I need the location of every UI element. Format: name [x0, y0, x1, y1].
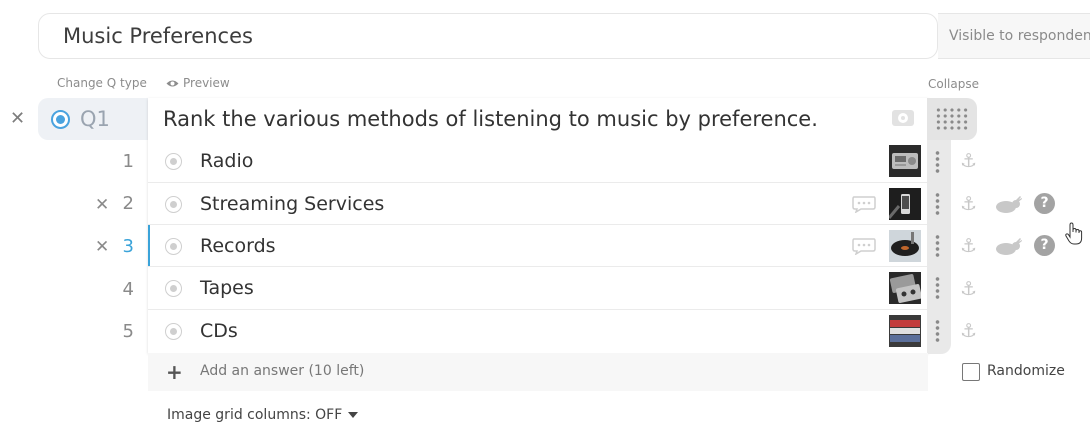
drag-handle-icon[interactable] — [935, 150, 940, 174]
answer-radio-icon — [165, 238, 182, 255]
answer-radio-icon — [165, 153, 182, 170]
answer-row: Records — [148, 224, 928, 267]
anchor-icon[interactable]: ⚓ — [960, 193, 977, 215]
camera-icon[interactable] — [892, 110, 914, 126]
question-number: Q1 — [80, 107, 110, 131]
randomize-checkbox[interactable] — [962, 363, 980, 381]
help-icon[interactable]: ? — [1034, 193, 1055, 214]
answer-text[interactable]: Radio — [200, 150, 253, 172]
hand-cursor-icon — [1065, 222, 1083, 245]
answer-row: CDs — [148, 309, 928, 351]
grid-dots-icon — [935, 107, 969, 131]
image-grid-toggle-button[interactable] — [927, 98, 977, 140]
answer-number: 1 — [122, 151, 134, 172]
answer-row: Radio — [148, 140, 928, 182]
help-icon[interactable]: ? — [1034, 235, 1055, 256]
comment-icon[interactable] — [852, 238, 876, 255]
answer-row: Tapes — [148, 266, 928, 308]
caret-down-icon — [348, 412, 359, 418]
cassette-thumbnail-icon[interactable] — [889, 272, 921, 304]
anchor-icon[interactable]: ⚓ — [960, 278, 977, 300]
skip-logic-rabbit-icon[interactable] — [994, 194, 1022, 214]
question-text[interactable]: Rank the various methods of listening to… — [163, 107, 818, 131]
answer-text[interactable]: Tapes — [200, 277, 254, 299]
visibility-label: Visible to respondents — [949, 28, 1090, 44]
answer-text[interactable]: Streaming Services — [200, 193, 384, 215]
question-type-radio-icon[interactable] — [51, 110, 70, 129]
selected-row-indicator — [148, 225, 150, 267]
drag-handle-icon[interactable] — [935, 234, 940, 258]
answer-text[interactable]: Records — [200, 235, 276, 257]
change-q-type-link[interactable]: Change Q type — [57, 76, 147, 90]
drag-handle-icon[interactable] — [935, 319, 940, 343]
answer-text[interactable]: CDs — [200, 320, 238, 342]
drag-handle-icon[interactable] — [935, 276, 940, 300]
drag-handle-icon[interactable] — [935, 192, 940, 216]
survey-title-text: Music Preferences — [63, 24, 253, 48]
answer-radio-icon — [165, 196, 182, 213]
answer-row: Streaming Services — [148, 182, 928, 224]
answer-number: 4 — [122, 279, 134, 300]
cd-thumbnail-icon[interactable] — [889, 315, 921, 347]
radio-thumbnail-icon[interactable] — [889, 145, 921, 177]
comment-icon[interactable] — [852, 196, 876, 213]
preview-label: Preview — [183, 76, 230, 90]
skip-logic-rabbit-icon[interactable] — [994, 236, 1022, 256]
delete-question-icon[interactable]: ✕ — [10, 108, 25, 129]
anchor-icon[interactable]: ⚓ — [960, 235, 977, 257]
answer-radio-icon — [165, 323, 182, 340]
image-grid-columns-label: Image grid columns: OFF — [167, 407, 343, 423]
add-answer-label: Add an answer (10 left) — [200, 363, 365, 379]
turntable-thumbnail-icon[interactable] — [889, 230, 921, 262]
eye-icon — [166, 80, 179, 87]
answer-number: 3 — [122, 236, 134, 257]
collapse-link[interactable]: Collapse — [928, 77, 979, 91]
answer-radio-icon — [165, 280, 182, 297]
preview-link[interactable]: Preview — [166, 76, 230, 90]
plus-icon: + — [166, 360, 183, 384]
streaming-thumbnail-icon[interactable] — [889, 188, 921, 220]
randomize-label[interactable]: Randomize — [987, 363, 1065, 379]
image-grid-columns-dropdown[interactable]: Image grid columns: OFF — [167, 407, 359, 423]
survey-title-field[interactable]: Music Preferences — [38, 13, 938, 59]
answer-number: 5 — [122, 321, 134, 342]
anchor-icon[interactable]: ⚓ — [960, 150, 977, 172]
answer-number: 2 — [122, 193, 134, 214]
add-answer-row[interactable]: + Add an answer (10 left) — [148, 353, 928, 391]
visibility-field[interactable]: Visible to respondents — [938, 13, 1090, 59]
anchor-icon[interactable]: ⚓ — [960, 320, 977, 342]
